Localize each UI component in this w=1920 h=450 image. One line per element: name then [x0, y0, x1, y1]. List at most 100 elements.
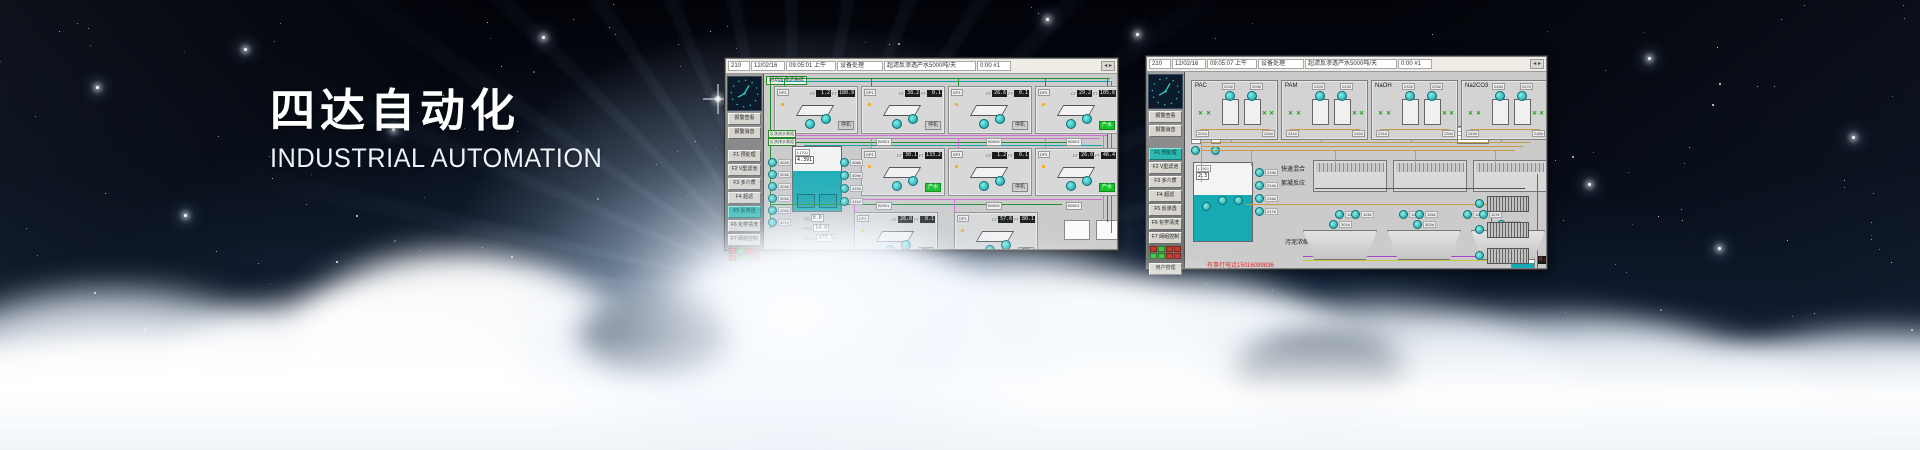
- sidebar-menu-button[interactable]: F7 阀组控制: [1149, 232, 1182, 244]
- status-cell: [753, 248, 760, 254]
- sidebar-menu-button[interactable]: F3 多介质: [728, 178, 761, 190]
- chemical-tank: [1424, 99, 1441, 125]
- pump-icon: [885, 245, 895, 249]
- valve-row: 402#: [768, 158, 791, 167]
- alarm-mute-button[interactable]: 报警消音: [728, 127, 761, 139]
- ro-unit[interactable]: DP1 CT30.1FT133.2 产水: [861, 148, 945, 196]
- sidebar-menu-button[interactable]: F1 预处理: [728, 150, 761, 162]
- titlebar-nav-buttons[interactable]: ◂ ▸: [1101, 61, 1115, 71]
- chem-dosing-panel[interactable]: PAM 242# 243# ✕ ✕ ✕ ✕ 241# 244#: [1281, 80, 1368, 140]
- pump-group-tag: 反洗进水泵组: [768, 130, 796, 138]
- valve-tag: 231#: [1376, 130, 1389, 137]
- unit-status-badge: 停机: [838, 121, 854, 130]
- valve-tag: 201#: [1196, 130, 1209, 137]
- alarm-mute-button[interactable]: 报警消音: [1149, 125, 1182, 137]
- pipe-line: [1201, 150, 1515, 151]
- sidebar-menu-button[interactable]: F4 超滤: [1149, 190, 1182, 202]
- unit-status-badge: 产水: [1099, 183, 1115, 192]
- sidebar-menu-button[interactable]: F2 V型滤池: [1149, 162, 1182, 174]
- ro-unit[interactable]: DP1 CT1.2FT180.9 停机: [774, 86, 858, 134]
- filter-press: [1487, 196, 1529, 212]
- pump-icon: [1413, 220, 1422, 229]
- titlebar-field: 0:00 #1: [1398, 59, 1432, 69]
- valve-icon: ✕: [1449, 111, 1454, 117]
- unit-tag: DP1: [1038, 151, 1050, 158]
- mix-tank: L1901 2.3: [1193, 162, 1253, 242]
- pump-icon: [768, 182, 777, 191]
- sidebar-menu-button[interactable]: F2 V型滤池: [728, 164, 761, 176]
- ro-unit[interactable]: DP1 CT26.6FT0.1 停机: [948, 86, 1032, 134]
- chem-dosing-panel[interactable]: NaOH 232# 233# ✕ ✕ ✕ ✕ 231# 234#: [1371, 80, 1458, 140]
- quality-readout: PH()14.0: [804, 224, 829, 232]
- sidebar: 报警查看 报警消音 F1 预处理 F2 V型滤池 F3 多介质 F4 超滤 F5 反渗透…: [726, 74, 764, 249]
- star: [1774, 86, 1775, 87]
- sidebar-menu-button[interactable]: F7 阀组控制: [728, 234, 761, 246]
- valve-icon: ✕: [1206, 111, 1211, 117]
- pump-icon: [1255, 181, 1264, 190]
- tank-label: L1701: [795, 149, 810, 156]
- sidebar-menu-button[interactable]: F5 反渗透: [728, 206, 761, 218]
- pump-icon: [892, 119, 902, 129]
- sidebar-menu-button[interactable]: F6 化学清洗: [1149, 218, 1182, 230]
- unit-readouts: CT30.1FT133.2: [896, 152, 942, 159]
- mixer-icon: [1225, 91, 1235, 101]
- star: [1892, 96, 1893, 97]
- sidebar-menu-button[interactable]: F3 多介质: [1149, 176, 1182, 188]
- status-cell: [729, 255, 736, 261]
- filter-press: [1487, 248, 1529, 264]
- star: [1871, 235, 1872, 236]
- unit-readouts: CT26.6FT0.1: [985, 90, 1029, 97]
- ro-unit[interactable]: DP1 CT29.2FT105.6 产水: [1035, 86, 1117, 134]
- pump-icon: [1255, 207, 1264, 216]
- unit-tag: DP1: [951, 151, 963, 158]
- ro-unit[interactable]: DP1 CT26.0FT0.1 停机: [854, 212, 938, 249]
- chemical-tank: [1244, 99, 1261, 125]
- valve-row: 408#: [840, 158, 863, 167]
- status-cell: [1166, 253, 1173, 259]
- sidebar-menu-button[interactable]: F5 反渗透: [1149, 204, 1182, 216]
- chem-dosing-panel[interactable]: Na2CO3 246# 247# ✕ ✕ ✕ ✕ 245# 248#: [1461, 80, 1546, 140]
- pump-icon: [1082, 114, 1092, 124]
- pipe-line: [782, 138, 1100, 139]
- titlebar-field: 超滤反渗透产水5000吨/天: [1305, 59, 1397, 69]
- chemical-tank: [1222, 99, 1239, 125]
- status-grid: [1150, 246, 1181, 259]
- ro-unit[interactable]: DP1 CT57.6FT80.1 停机: [954, 212, 1038, 249]
- sidebar-menu-button[interactable]: F6 化学清洗: [728, 220, 761, 232]
- flow-tag: B0001: [876, 138, 892, 146]
- ro-unit[interactable]: DP1 CT38.2FT0.1 停机: [861, 86, 945, 134]
- ro-unit[interactable]: DP1 CT1.2FT0.1 停机: [948, 148, 1032, 196]
- pipe-line: [1201, 142, 1202, 182]
- status-grid: [729, 248, 760, 261]
- unit-status-badge: 停机: [1018, 247, 1034, 249]
- star: [1891, 262, 1892, 263]
- chem-dosing-panel[interactable]: PAC 202# 203# ✕ ✕ ✕ ✕ 201# 204#: [1191, 80, 1278, 140]
- valve-icon: ✕: [1352, 111, 1357, 117]
- titlebar-nav-buttons[interactable]: ◂ ▸: [1530, 59, 1544, 69]
- sidebar-menu-button[interactable]: F4 超滤: [728, 192, 761, 204]
- alarm-view-button[interactable]: 报警查看: [728, 113, 761, 125]
- alarm-view-button[interactable]: 报警查看: [1149, 111, 1182, 123]
- valve-indicator: [1042, 165, 1045, 168]
- ro-unit[interactable]: DP1 CT26.0FT46.4 产水: [1035, 148, 1117, 196]
- user-manage-button[interactable]: 用户管理: [1149, 263, 1182, 275]
- unit-readouts: CT57.6FT80.1: [991, 216, 1035, 223]
- flow-tag: B0006: [986, 138, 1002, 146]
- unit-status-badge: 产水: [925, 183, 941, 192]
- sidebar-menu-button[interactable]: F1 预处理: [1149, 148, 1182, 160]
- unit-tag: DP1: [857, 215, 869, 222]
- star: [1873, 193, 1874, 194]
- function-menu: F1 预处理 F2 V型滤池 F3 多介质 F4 超滤 F5 反渗透 F6 化学清洗 F7 …: [728, 150, 761, 246]
- pipe-line: [1315, 188, 1525, 189]
- pump-icon: [908, 114, 918, 124]
- pipe-line: [1470, 129, 1540, 130]
- mixer-icon: [1315, 91, 1325, 101]
- star: [1911, 329, 1913, 331]
- titlebar-field: 0:00 #1: [977, 61, 1011, 71]
- pump-icon: [1001, 240, 1011, 249]
- star: [1792, 316, 1793, 317]
- unit-readouts: CT26.0FT46.4: [1072, 152, 1116, 159]
- pipe-line: [778, 81, 1110, 82]
- unit-status-badge: 停机: [918, 247, 934, 249]
- unit-tag: DP1: [864, 151, 876, 158]
